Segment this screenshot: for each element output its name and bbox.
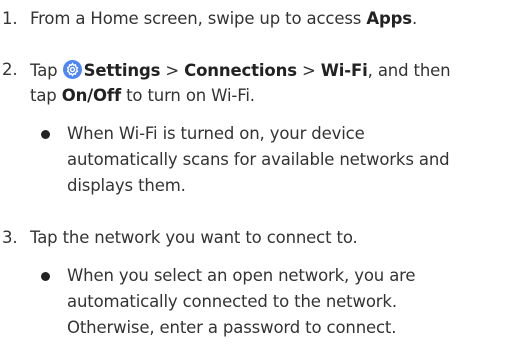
bullet-icon <box>41 272 50 281</box>
on-off-label: On/Off <box>61 86 121 105</box>
step-2-note-line-2: automatically scans for available networ… <box>67 150 450 169</box>
step-1-text: From a Home screen, swipe up to access A… <box>30 9 417 29</box>
step-1-text-pre: From a Home screen, swipe up to access <box>30 9 367 28</box>
step-2-line-1-post: , and then <box>367 61 451 80</box>
step-1-number: 1. <box>2 9 18 28</box>
apps-label: Apps <box>366 9 412 28</box>
step-2-note-line-1: When Wi-Fi is turned on, your device <box>67 124 365 143</box>
step-3-note-line-2: automatically connected to the network. <box>67 292 397 311</box>
step-3-note-line-1: When you select an open network, you are <box>67 266 416 285</box>
bullet-icon <box>41 130 50 139</box>
step-3-text: Tap the network you want to connect to. <box>30 228 358 247</box>
step-2-note-line-3: displays them. <box>67 176 186 195</box>
step-3-note-line-3: Otherwise, enter a password to connect. <box>67 318 397 337</box>
wifi-label: Wi-Fi <box>320 61 368 80</box>
connections-label: Connections <box>184 61 297 80</box>
separator-2: > <box>296 61 321 80</box>
step-2-line-2: tap On/Off to turn on Wi-Fi. <box>30 86 255 106</box>
step-2-line-2-post: to turn on Wi-Fi. <box>121 86 255 105</box>
settings-gear-icon <box>62 60 82 79</box>
separator-1: > <box>160 61 185 80</box>
step-2-line-2-pre: tap <box>30 86 62 105</box>
tap-word: Tap <box>30 61 58 80</box>
step-1-text-post: . <box>411 9 418 28</box>
settings-label: Settings <box>83 61 161 80</box>
step-3-number: 3. <box>2 228 18 247</box>
step-2-number: 2. <box>2 60 18 79</box>
step-2-line-1: Tap Settings > Connections > Wi-Fi, and … <box>30 60 451 81</box>
